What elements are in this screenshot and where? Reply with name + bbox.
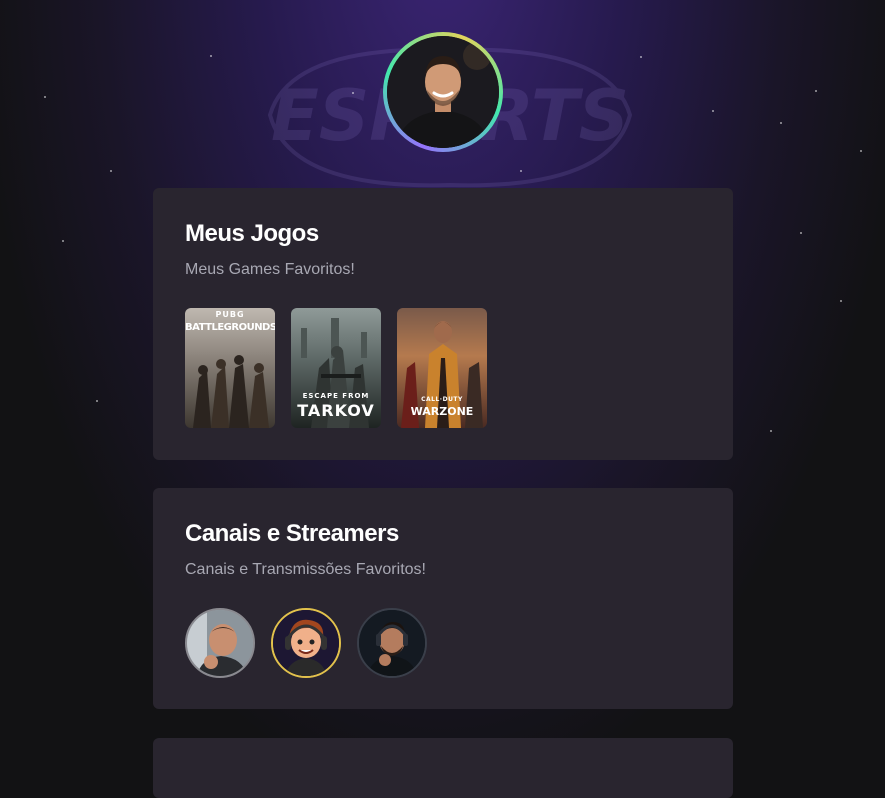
card-title: Meus Jogos: [185, 220, 319, 247]
profile-avatar[interactable]: [383, 32, 503, 152]
game-cover-warzone[interactable]: CALL·DUTY WARZONE: [397, 308, 487, 428]
game-cover-pubg[interactable]: PUBG BATTLEGROUNDS: [185, 308, 275, 428]
card-my-games: Meus Jogos Meus Games Favoritos! PUBG BA…: [153, 184, 733, 460]
streamer-avatar-3-icon[interactable]: [357, 608, 427, 678]
games-list: PUBG BATTLEGROUNDS ESCAPE FROM TARKOV CA…: [185, 308, 701, 428]
game-cover-top-text: ESCAPE FROM: [302, 392, 370, 400]
card-title: Canais e Streamers: [185, 520, 399, 547]
streamer-avatar-2-icon[interactable]: [271, 608, 341, 678]
streamers-list: [185, 608, 701, 678]
streamer-avatar-1-icon[interactable]: [185, 608, 255, 678]
game-cover-title: WARZONE: [410, 405, 474, 418]
game-cover-top-text: CALL·DUTY: [421, 396, 463, 403]
card-partial: [153, 734, 733, 798]
card-subtitle: Canais e Transmissões Favoritos!: [185, 561, 426, 578]
game-cover-title: BATTLEGROUNDS: [185, 322, 275, 333]
profile-photo-icon: [387, 36, 499, 148]
game-cover-top-text: PUBG: [215, 310, 245, 319]
card-channels-streamers: Canais e Streamers Canais e Transmissões…: [153, 484, 733, 709]
game-cover-tarkov[interactable]: ESCAPE FROM TARKOV: [291, 308, 381, 428]
card-subtitle: Meus Games Favoritos!: [185, 261, 355, 278]
game-cover-title: TARKOV: [297, 401, 375, 420]
